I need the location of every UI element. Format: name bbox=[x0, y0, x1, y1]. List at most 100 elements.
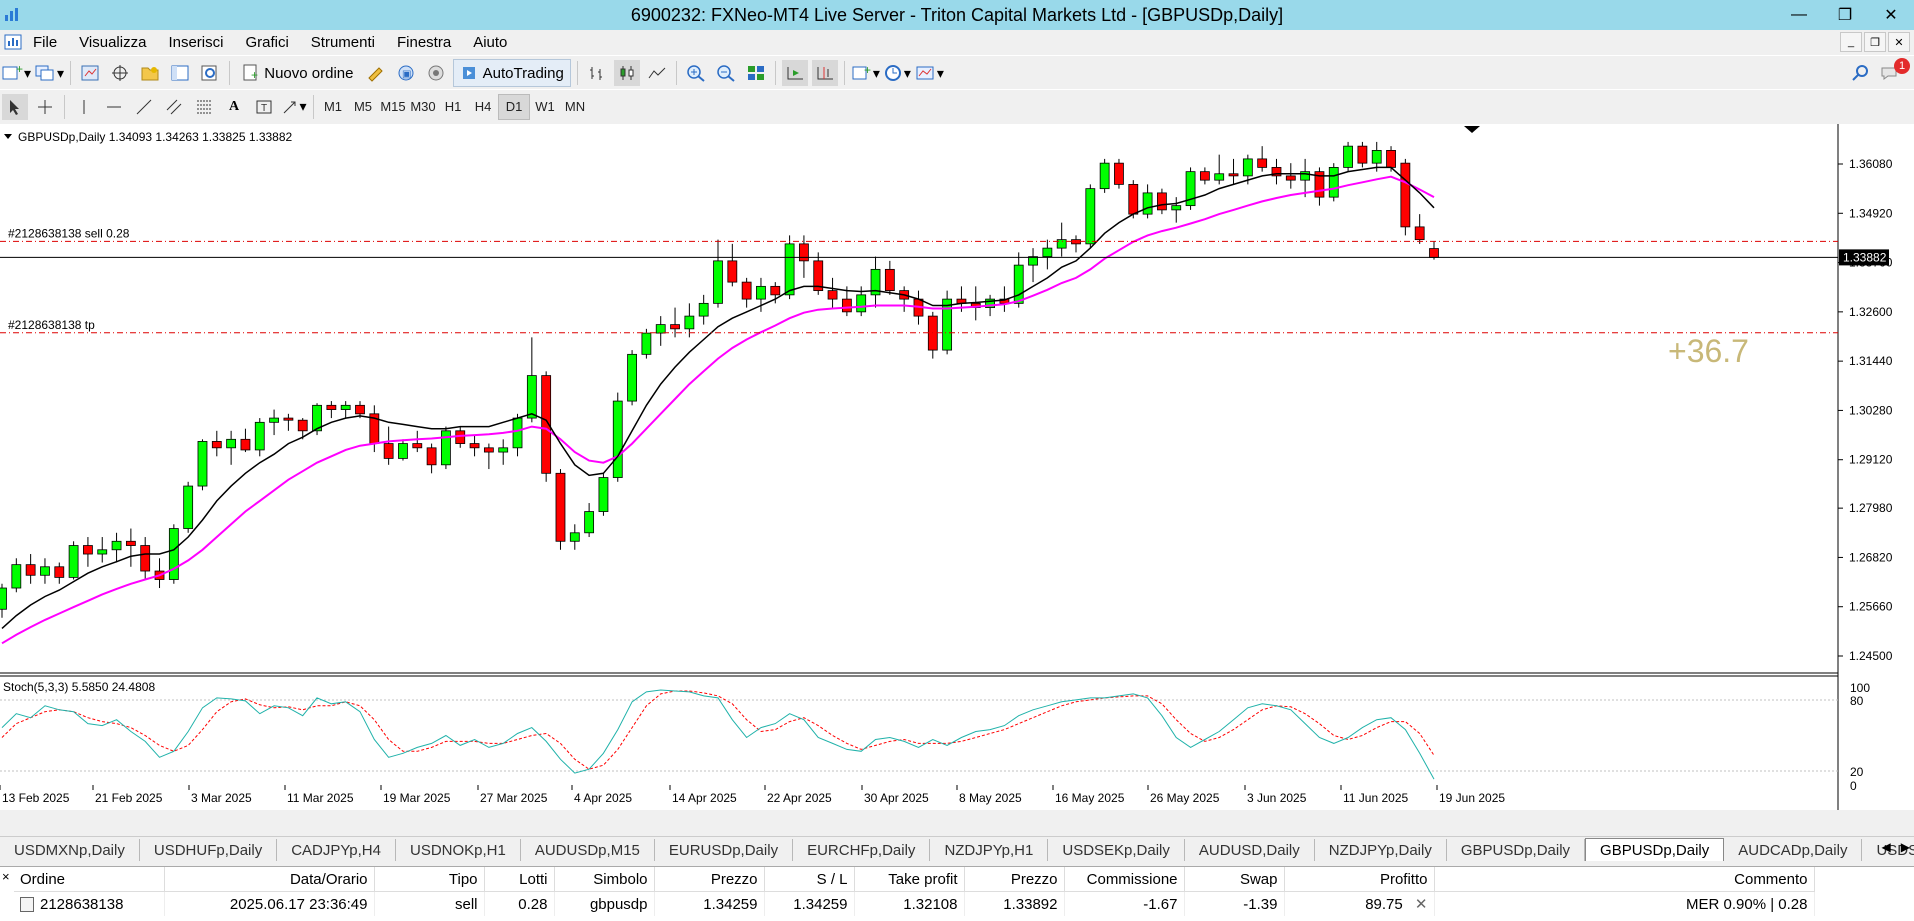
search-icon[interactable] bbox=[1848, 60, 1874, 86]
tile-windows-icon[interactable] bbox=[743, 60, 769, 86]
timeframe-m15[interactable]: M15 bbox=[378, 95, 408, 119]
table-row[interactable]: 2128638138 2025.06.17 23:36:49 sell 0.28… bbox=[14, 891, 1815, 916]
autotrading-button[interactable]: AutoTrading bbox=[453, 59, 571, 87]
market-watch-icon[interactable] bbox=[77, 60, 103, 86]
crosshair-icon[interactable] bbox=[32, 94, 58, 120]
mdi-minimize-button[interactable]: _ bbox=[1840, 32, 1862, 52]
chart-tab[interactable]: USDNOKp,H1 bbox=[396, 839, 521, 861]
profiles-icon[interactable]: ▾ bbox=[35, 60, 64, 86]
chart-tab[interactable]: USDHUFp,Daily bbox=[140, 839, 278, 861]
timeframe-m5[interactable]: M5 bbox=[348, 95, 378, 119]
close-button[interactable]: ✕ bbox=[1868, 0, 1914, 30]
col-comment[interactable]: Commento bbox=[1434, 867, 1815, 892]
notification-icon[interactable]: 1 bbox=[1878, 58, 1910, 86]
chart-area[interactable]: 1.360801.349201.337601.326001.314401.302… bbox=[0, 124, 1914, 810]
candle-body bbox=[1228, 173, 1239, 177]
metaeditor-icon[interactable] bbox=[363, 60, 389, 86]
chart-tab[interactable]: NZDJPYp,H1 bbox=[930, 839, 1049, 861]
horizontal-line-icon[interactable] bbox=[101, 94, 127, 120]
menu-tools[interactable]: Strumenti bbox=[300, 34, 386, 51]
y-tick-label: 1.25660 bbox=[1849, 600, 1893, 614]
candle-body bbox=[1042, 247, 1053, 258]
col-profit[interactable]: Profitto bbox=[1284, 867, 1435, 892]
col-price[interactable]: Prezzo bbox=[964, 867, 1065, 892]
timeframe-mn[interactable]: MN bbox=[560, 95, 590, 119]
chart-tab-active[interactable]: GBPUSDp,Daily bbox=[1585, 838, 1725, 861]
experts-icon[interactable]: ▣ bbox=[393, 60, 419, 86]
chart-document-icon[interactable] bbox=[4, 33, 22, 51]
auto-scroll-icon[interactable] bbox=[781, 60, 808, 86]
equidistant-channel-icon[interactable] bbox=[161, 94, 187, 120]
col-type[interactable]: Tipo bbox=[374, 867, 485, 892]
text-label-icon[interactable]: T bbox=[251, 94, 277, 120]
timeframe-h1[interactable]: H1 bbox=[438, 95, 468, 119]
line-chart-icon[interactable] bbox=[644, 60, 670, 86]
candle-body bbox=[1085, 188, 1096, 245]
bar-chart-icon[interactable] bbox=[584, 60, 610, 86]
candlestick-chart-icon[interactable] bbox=[613, 60, 640, 86]
menu-window[interactable]: Finestra bbox=[386, 34, 462, 51]
periods-icon[interactable]: ▾ bbox=[884, 60, 911, 86]
crosshair-data-icon[interactable] bbox=[107, 60, 133, 86]
col-open-price[interactable]: Prezzo bbox=[654, 867, 765, 892]
menu-charts[interactable]: Grafici bbox=[234, 34, 299, 51]
tab-scroll-left-icon[interactable]: ◀ bbox=[1882, 840, 1891, 854]
timeframe-h4[interactable]: H4 bbox=[468, 95, 498, 119]
timeframe-d1[interactable]: D1 bbox=[498, 93, 530, 120]
indicators-icon[interactable]: + ▾ bbox=[851, 60, 880, 86]
chart-tab[interactable]: EURUSDp,Daily bbox=[655, 839, 794, 861]
arrows-icon[interactable]: ▾ bbox=[281, 94, 307, 120]
col-tp[interactable]: Take profit bbox=[854, 867, 965, 892]
strategy-tester-icon[interactable] bbox=[197, 60, 223, 86]
zoom-in-icon[interactable] bbox=[683, 60, 709, 86]
menu-help[interactable]: Aiuto bbox=[462, 34, 518, 51]
menu-insert[interactable]: Inserisci bbox=[157, 34, 234, 51]
candle-body bbox=[827, 290, 838, 300]
maximize-button[interactable]: ❐ bbox=[1822, 0, 1868, 30]
chart-tab[interactable]: CADJPYp,H4 bbox=[277, 839, 396, 861]
navigator-icon[interactable] bbox=[137, 60, 163, 86]
chart-shift-icon[interactable] bbox=[811, 60, 838, 86]
chart-tab[interactable]: AUDUSDp,M15 bbox=[521, 839, 655, 861]
mdi-restore-button[interactable]: ❐ bbox=[1864, 32, 1886, 52]
mdi-close-button[interactable]: ✕ bbox=[1888, 32, 1910, 52]
menu-file[interactable]: File bbox=[22, 34, 68, 51]
col-swap[interactable]: Swap bbox=[1184, 867, 1285, 892]
timeframe-m1[interactable]: M1 bbox=[318, 95, 348, 119]
col-commission[interactable]: Commissione bbox=[1064, 867, 1185, 892]
svg-text:+: + bbox=[16, 64, 23, 76]
order-line-label: #2128638138 sell 0.28 bbox=[8, 226, 130, 240]
timeframe-w1[interactable]: W1 bbox=[530, 95, 560, 119]
templates-icon[interactable]: ▾ bbox=[915, 60, 944, 86]
vertical-line-icon[interactable] bbox=[71, 94, 97, 120]
col-order[interactable]: Ordine bbox=[14, 867, 165, 892]
chart-tab[interactable]: GBPUSDp,Daily bbox=[1447, 839, 1586, 861]
chart-tab[interactable]: AUDCADp,Daily bbox=[1724, 839, 1863, 861]
price-chart[interactable]: 1.360801.349201.337601.326001.314401.302… bbox=[0, 124, 1914, 810]
tab-scroll-right-icon[interactable]: ▶ bbox=[1901, 840, 1910, 854]
col-sl[interactable]: S / L bbox=[764, 867, 855, 892]
new-chart-icon[interactable]: + ▾ bbox=[2, 60, 31, 86]
col-symbol[interactable]: Simbolo bbox=[554, 867, 655, 892]
close-order-icon[interactable]: ✕ bbox=[1415, 896, 1428, 913]
chart-tab[interactable]: AUDUSD,Daily bbox=[1185, 839, 1315, 861]
text-icon[interactable]: A bbox=[221, 94, 247, 120]
chart-tab[interactable]: USDMXNp,Daily bbox=[0, 839, 140, 861]
menu-view[interactable]: Visualizza bbox=[68, 34, 157, 51]
timeframe-m30[interactable]: M30 bbox=[408, 95, 438, 119]
chart-tab[interactable]: USDSEKp,Daily bbox=[1048, 839, 1185, 861]
terminal-close-icon[interactable]: × bbox=[2, 869, 10, 884]
chart-tab[interactable]: EURCHFp,Daily bbox=[793, 839, 931, 861]
col-datetime[interactable]: Data/Orario bbox=[164, 867, 375, 892]
fibonacci-icon[interactable] bbox=[191, 94, 217, 120]
cursor-icon[interactable] bbox=[2, 93, 28, 120]
new-order-button[interactable]: + Nuovo ordine bbox=[236, 60, 359, 86]
signals-icon[interactable] bbox=[423, 60, 449, 86]
terminal-icon[interactable] bbox=[167, 60, 193, 86]
col-lots[interactable]: Lotti bbox=[484, 867, 555, 892]
zoom-out-icon[interactable] bbox=[713, 60, 739, 86]
minimize-button[interactable]: — bbox=[1776, 0, 1822, 30]
candle-body bbox=[168, 528, 179, 580]
chart-tab[interactable]: NZDJPYp,Daily bbox=[1315, 839, 1447, 861]
trendline-icon[interactable] bbox=[131, 94, 157, 120]
